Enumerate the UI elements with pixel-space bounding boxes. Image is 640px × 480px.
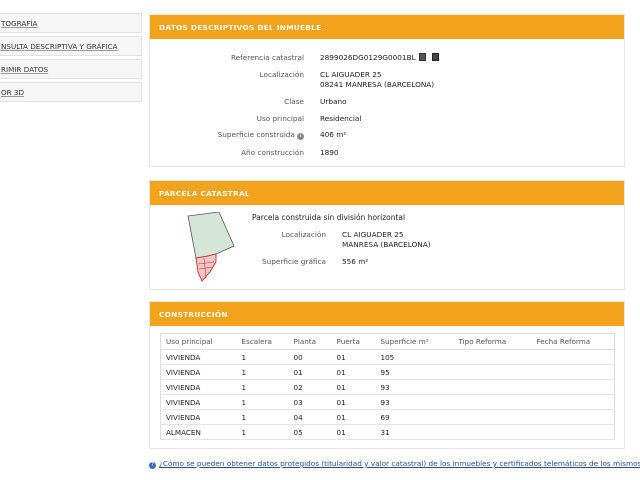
table-row: VIVIENDA 1 03 01 93	[160, 394, 615, 410]
parcel-sup-label: Superficie gráfica	[261, 257, 326, 266]
sidebar-item-visor-3d[interactable]: OR 3D	[0, 82, 142, 102]
table-row: VIVIENDA 1 00 01 105	[160, 349, 615, 365]
table-row: VIVIENDA 1 02 01 93	[160, 379, 615, 395]
cell-puerta: 01	[331, 409, 376, 425]
construction-table: Uso principal Escalera Planta Puerta Sup…	[160, 333, 615, 440]
col-planta: Planta	[288, 333, 332, 350]
document-icon[interactable]	[431, 53, 439, 61]
cell-fecha-reforma	[531, 364, 615, 380]
cell-planta: 02	[288, 379, 332, 395]
cell-escalera: 1	[236, 379, 289, 395]
cell-planta: 05	[288, 424, 332, 440]
cell-fecha-reforma	[531, 349, 615, 365]
cell-superficie: 93	[375, 394, 454, 410]
cell-tipo-reforma	[453, 379, 532, 395]
cell-superficie: 69	[375, 409, 454, 425]
cell-puerta: 01	[331, 364, 376, 380]
cell-tipo-reforma	[453, 364, 532, 380]
parcel-loc-line2: MANRESA (BARCELONA)	[342, 240, 431, 249]
parcel-subtitle: Parcela construida sin división horizont…	[252, 213, 406, 222]
cell-superficie: 95	[375, 364, 454, 380]
clase-value: Urbano	[320, 97, 347, 106]
parcel-loc-label: Localización	[281, 230, 326, 239]
anio-value: 1890	[320, 148, 339, 157]
cell-superficie: 105	[375, 349, 454, 365]
loc-label: Localización	[259, 70, 304, 79]
cell-puerta: 01	[331, 394, 376, 410]
cell-tipo-reforma	[453, 394, 532, 410]
cell-escalera: 1	[236, 409, 289, 425]
table-row: VIVIENDA 1 04 01 69	[160, 409, 615, 425]
protected-data-link[interactable]: ? ¿Cómo se pueden obtener datos protegido…	[149, 459, 640, 469]
table-row: ALMACEN 1 05 01 31	[160, 424, 615, 440]
sidebar-item-cartografia[interactable]: TOGRAFÍA	[0, 13, 142, 33]
ref-value: 2899026DG0129G0001BL	[320, 53, 416, 62]
cell-tipo-reforma	[453, 349, 532, 365]
parcel-loc-line1: CL AIGUADER 25	[342, 230, 404, 239]
superficie-label-row: Superficie construida i	[164, 130, 304, 140]
cell-tipo-reforma	[453, 424, 532, 440]
sidebar: TOGRAFÍA NSULTA DESCRIPTIVA Y GRÁFICA RI…	[0, 13, 142, 105]
parcel-sup-value: 556 m²	[342, 257, 369, 266]
ref-label: Referencia catastral	[230, 53, 304, 62]
cell-fecha-reforma	[531, 409, 615, 425]
anio-label: Año construcción	[241, 148, 304, 157]
parcel-map[interactable]	[186, 212, 238, 282]
cell-puerta: 01	[331, 379, 376, 395]
cell-uso: ALMACEN	[160, 424, 237, 440]
cell-fecha-reforma	[531, 424, 615, 440]
cell-superficie: 31	[375, 424, 454, 440]
parcel-panel: PARCELA CATASTRAL Parcela construida sin…	[149, 180, 625, 290]
cell-escalera: 1	[236, 424, 289, 440]
superficie-value: 406 m²	[320, 130, 347, 139]
protected-data-link-text[interactable]: ¿Cómo se pueden obtener datos protegidos…	[159, 459, 640, 468]
cell-uso: VIVIENDA	[160, 379, 237, 395]
cell-planta: 04	[288, 409, 332, 425]
col-fecha-reforma: Fecha Reforma	[531, 333, 615, 350]
descriptive-data-title: DATOS DESCRIPTIVOS DEL INMUEBLE	[150, 15, 624, 39]
table-row: VIVIENDA 1 01 01 95	[160, 364, 615, 380]
cell-escalera: 1	[236, 349, 289, 365]
cell-tipo-reforma	[453, 409, 532, 425]
cell-puerta: 01	[331, 424, 376, 440]
cell-planta: 03	[288, 394, 332, 410]
cell-superficie: 93	[375, 379, 454, 395]
ref-value-row: 2899026DG0129G0001BL	[320, 53, 439, 62]
parcel-title: PARCELA CATASTRAL	[150, 181, 624, 205]
help-icon: ?	[149, 462, 156, 469]
copy-icon[interactable]	[418, 53, 426, 61]
sidebar-item-imprimir[interactable]: RIMIR DATOS	[0, 59, 142, 79]
construction-title: CONSTRUCCIÓN	[150, 302, 624, 326]
col-puerta: Puerta	[331, 333, 376, 350]
superficie-label: Superficie construida	[217, 130, 295, 139]
cell-fecha-reforma	[531, 379, 615, 395]
col-superficie: Superficie m²	[375, 333, 454, 350]
col-uso: Uso principal	[160, 333, 237, 350]
cell-uso: VIVIENDA	[160, 409, 237, 425]
construction-panel: CONSTRUCCIÓN Uso principal Escalera Plan…	[149, 301, 625, 449]
col-escalera: Escalera	[236, 333, 289, 350]
uso-value: Residencial	[320, 114, 362, 123]
cell-puerta: 01	[331, 349, 376, 365]
cell-uso: VIVIENDA	[160, 349, 237, 365]
table-header-row: Uso principal Escalera Planta Puerta Sup…	[160, 333, 615, 350]
cell-escalera: 1	[236, 364, 289, 380]
sidebar-item-consulta[interactable]: NSULTA DESCRIPTIVA Y GRÁFICA	[0, 36, 142, 56]
clase-label: Clase	[284, 97, 304, 106]
uso-label: Uso principal	[256, 114, 304, 123]
cell-planta: 00	[288, 349, 332, 365]
loc-line2: 08241 MANRESA (BARCELONA)	[320, 80, 435, 89]
loc-line1: CL AIGUADER 25	[320, 70, 382, 79]
cell-escalera: 1	[236, 394, 289, 410]
cell-fecha-reforma	[531, 394, 615, 410]
descriptive-data-panel: DATOS DESCRIPTIVOS DEL INMUEBLE Referenc…	[149, 14, 625, 167]
info-icon[interactable]: i	[297, 133, 304, 140]
cell-planta: 01	[288, 364, 332, 380]
cell-uso: VIVIENDA	[160, 364, 237, 380]
cell-uso: VIVIENDA	[160, 394, 237, 410]
col-tipo-reforma: Tipo Reforma	[453, 333, 532, 350]
